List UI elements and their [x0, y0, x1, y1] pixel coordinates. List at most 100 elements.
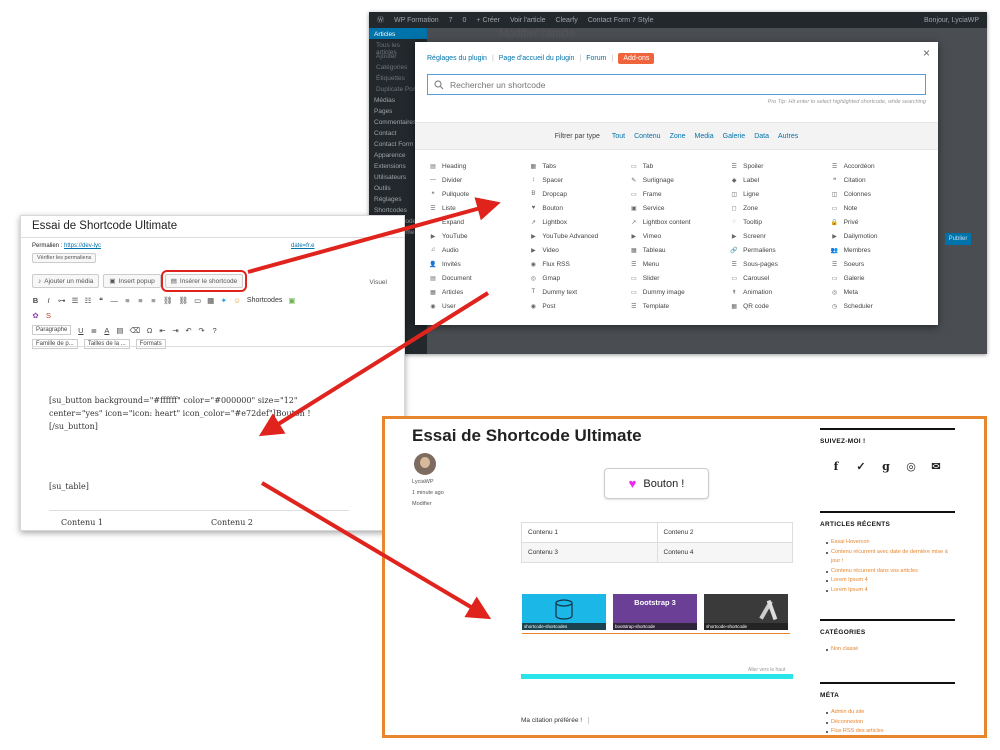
adminbar-site[interactable]: WP Formation	[394, 17, 439, 24]
shortcode-item[interactable]: ◎ Gmap	[529, 271, 629, 285]
plugin-icon[interactable]: ▣	[288, 296, 295, 305]
align-left-icon[interactable]: ≡	[124, 296, 131, 305]
googleplus-icon[interactable]: g	[878, 459, 894, 475]
shortcode-item[interactable]: ☰ Spoiler	[730, 159, 830, 173]
sidebar-item[interactable]: Articles	[369, 28, 427, 39]
shortcode-item[interactable]: ☰ Sous-pages	[730, 257, 830, 271]
addons-button[interactable]: Add-ons	[618, 53, 655, 64]
adminbar-new[interactable]: + Créer	[476, 17, 500, 24]
shortcode-item[interactable]: 👤 Invités	[429, 257, 529, 271]
close-icon[interactable]: ×	[923, 46, 930, 60]
edit-link[interactable]: Modifier	[412, 501, 432, 507]
facebook-icon[interactable]: f	[828, 459, 844, 475]
shortcode-item[interactable]: ▶ YouTube Advanced	[529, 229, 629, 243]
tab-visual[interactable]: Visuel	[369, 279, 387, 286]
permalink-tail[interactable]: date=fr.e	[291, 243, 315, 249]
shortcode-item[interactable]: ▭ Frame	[630, 187, 730, 201]
paragraph-select[interactable]: Paragraphe	[32, 325, 72, 335]
shortcodes-menu[interactable]: Shortcodes	[247, 297, 282, 304]
shortcode-item[interactable]: ▶ Screenr	[730, 229, 830, 243]
adminbar-updates[interactable]: 7	[449, 17, 453, 24]
link-icon[interactable]: ⛓	[163, 296, 173, 305]
filter-content[interactable]: Contenu	[634, 133, 660, 140]
permalink-link[interactable]: https://dev-lyc	[64, 243, 101, 249]
shortcode-item[interactable]: ▣ Service	[630, 201, 730, 215]
list-item[interactable]: Lorem Ipsum 4	[826, 576, 955, 586]
shortcode-item[interactable]: ▶ Dailymotion	[831, 229, 931, 243]
shortcode-item[interactable]: ☰ Liste	[429, 201, 529, 215]
shortcode-item[interactable]: ↗ Lightbox content	[630, 215, 730, 229]
unlink-icon[interactable]: ⛓	[179, 296, 189, 305]
toolbar-toggle-icon[interactable]: ▦	[207, 296, 214, 305]
filter-data[interactable]: Data	[754, 133, 769, 140]
shortcode-search-box[interactable]	[427, 74, 926, 95]
shortcode-item[interactable]: ☰ Menu	[630, 257, 730, 271]
shortcode-item[interactable]: ☰ Template	[630, 299, 730, 313]
bold-icon[interactable]: B	[32, 296, 39, 305]
email-icon[interactable]: ✉	[928, 459, 944, 475]
shortcode-item[interactable]: ▭ Carousel	[730, 271, 830, 285]
list-item[interactable]: Lorem Ipsum 4	[826, 586, 955, 596]
underline-icon[interactable]: U	[77, 326, 84, 335]
nav-forum[interactable]: Forum	[586, 55, 606, 62]
shortcode-item[interactable]: ▤ Heading	[429, 159, 529, 173]
bullet-list-icon[interactable]: ☰	[72, 296, 79, 305]
list-item[interactable]: Déconnexion	[826, 718, 884, 728]
align-right-icon[interactable]: ≡	[150, 296, 157, 305]
shortcode-item[interactable]: ▤ Document	[429, 271, 529, 285]
shortcode-item[interactable]: ♥ Bouton	[529, 201, 629, 215]
post-author[interactable]: LyciaWP	[412, 479, 434, 485]
shortcode-item[interactable]: ◎ Meta	[831, 285, 931, 299]
strikethrough-icon[interactable]: ⊶	[58, 296, 66, 305]
shortcode-item[interactable]: ❝ Citation	[831, 173, 931, 187]
clear-format-icon[interactable]: ⌫	[129, 326, 140, 335]
more-icon[interactable]: ▭	[194, 296, 201, 305]
text-color-icon[interactable]: A	[103, 326, 110, 335]
filter-all[interactable]: Tout	[612, 133, 625, 140]
thumbnail[interactable]: shortcode-shortcode	[704, 594, 788, 630]
editor-content[interactable]: [su_button background="#ffffff" color="#…	[32, 346, 404, 530]
shortcode-item[interactable]: ◌ Tooltip	[730, 215, 830, 229]
shortcode-item[interactable]: ▦ Articles	[429, 285, 529, 299]
shortcode-item[interactable]: ▭ Tab	[630, 159, 730, 173]
shortcode-item[interactable]: 🔒 Privé	[831, 215, 931, 229]
filter-gallery[interactable]: Galerie	[723, 133, 746, 140]
list-item[interactable]: Admin du site	[826, 708, 884, 718]
twitter-icon[interactable]: ✦	[220, 296, 227, 305]
shortcode-item[interactable]: ♫ Audio	[429, 243, 529, 257]
shortcode-item[interactable]: ▦ Tableau	[630, 243, 730, 257]
insert-shortcode-button[interactable]: ▤ Insérer le shortcode	[160, 270, 248, 292]
adminbar-clearfy[interactable]: Clearfy	[556, 17, 578, 24]
help-icon[interactable]: ?	[211, 326, 218, 335]
list-item[interactable]: Non classé	[826, 645, 858, 655]
shortcode-item[interactable]: 👥 Membres	[831, 243, 931, 257]
outdent-icon[interactable]: ⇤	[159, 326, 166, 335]
adminbar-comments[interactable]: 0	[463, 17, 467, 24]
nav-plugin-settings[interactable]: Réglages du plugin	[427, 55, 487, 62]
shortcode-item[interactable]: ◉ User	[429, 299, 529, 313]
shortcode-item[interactable]: ▶ Video	[529, 243, 629, 257]
rss-icon[interactable]: ◎	[903, 459, 919, 475]
post-title-input[interactable]: Essai de Shortcode Ultimate	[32, 220, 177, 232]
shortcode-item[interactable]: ▭ Slider	[630, 271, 730, 285]
numbered-list-icon[interactable]: ☷	[85, 296, 92, 305]
shortcode-item[interactable]: ◻ Zone	[730, 201, 830, 215]
shortcode-item[interactable]: ▭ Note	[831, 201, 931, 215]
shortcode-item[interactable]: ◫ Colonnes	[831, 187, 931, 201]
shortcode-item[interactable]: ☰ Soeurs	[831, 257, 931, 271]
shortcode-item[interactable]: ❝ Pullquote	[429, 187, 529, 201]
shortcode-item[interactable]: ↗ Lightbox	[529, 215, 629, 229]
go-top-link[interactable]: Aller vers le haut	[748, 667, 785, 673]
heart-button[interactable]: ♥ Bouton !	[604, 468, 709, 499]
shortcode-item[interactable]: B Dropcap	[529, 187, 629, 201]
adminbar-view[interactable]: Voir l'article	[510, 17, 546, 24]
s-icon[interactable]: S	[45, 311, 52, 320]
add-media-button[interactable]: ♪ Ajouter un média	[32, 274, 100, 288]
thumbnail[interactable]: shortcode-shortcodes	[522, 594, 606, 630]
filter-other[interactable]: Autres	[778, 133, 798, 140]
shortcode-item[interactable]: + Expand	[429, 215, 529, 229]
verify-permalinks-button[interactable]: Vérifier les permaliens	[32, 253, 97, 263]
shortcode-item[interactable]: T Dummy text	[529, 285, 629, 299]
shortcode-item[interactable]: ☰ Accordéon	[831, 159, 931, 173]
adminbar-cf7[interactable]: Contact Form 7 Style	[588, 17, 654, 24]
